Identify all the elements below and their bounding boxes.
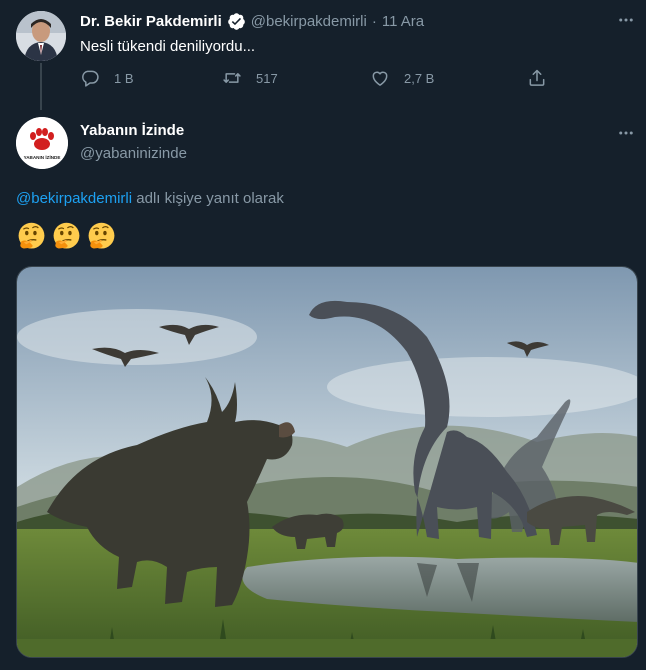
share-icon: [529, 69, 545, 86]
like-count: 2,7 B: [404, 70, 435, 86]
share-button[interactable]: [527, 68, 561, 88]
parent-tweet-header: Dr. Bekir Pakdemirli @bekirpakdemirli · …: [80, 12, 424, 31]
reply-author-handle[interactable]: @yabaninizinde: [80, 145, 187, 162]
avatar-logo-text: YABANIN İZİNDE: [24, 154, 61, 160]
reply-icon: [82, 70, 99, 87]
verified-badge-icon: [227, 12, 246, 31]
reply-author-name[interactable]: Yabanın İzinde: [80, 122, 184, 139]
thinking-face-icon: [18, 222, 45, 249]
thinking-face-icon: [88, 222, 115, 249]
heart-icon: [372, 71, 388, 86]
more-options-icon[interactable]: [617, 124, 635, 142]
reply-button[interactable]: 1 B: [80, 68, 134, 88]
retweet-button[interactable]: 517: [222, 68, 278, 88]
reply-to-suffix: adlı kişiye yanıt olarak: [136, 190, 284, 207]
tweet-action-bar: 1 B 517 2,7 B: [72, 68, 562, 94]
reply-to-mention-link[interactable]: @bekirpakdemirli: [16, 190, 132, 207]
parent-author-handle[interactable]: @bekirpakdemirli: [251, 13, 367, 30]
reply-author-avatar[interactable]: YABANIN İZİNDE: [16, 117, 68, 169]
parent-tweet-date[interactable]: 11 Ara: [382, 13, 424, 30]
tweet-media-image[interactable]: [16, 266, 638, 658]
reply-tweet-text: [16, 221, 117, 252]
more-options-icon[interactable]: [617, 11, 635, 29]
reply-count: 1 B: [114, 70, 134, 86]
author-avatar[interactable]: [16, 11, 66, 61]
thinking-face-icon: [53, 222, 80, 249]
replying-to-line: @bekirpakdemirli adlı kişiye yanıt olara…: [16, 190, 284, 207]
like-button[interactable]: 2,7 B: [370, 68, 434, 88]
meta-separator: ·: [371, 13, 377, 30]
retweet-count: 517: [256, 70, 278, 86]
parent-tweet-text: Nesli tükendi deniliyordu...: [80, 38, 256, 55]
retweet-icon: [223, 73, 241, 83]
thread-connector-line: [40, 63, 42, 110]
parent-author-name[interactable]: Dr. Bekir Pakdemirli: [80, 13, 222, 30]
